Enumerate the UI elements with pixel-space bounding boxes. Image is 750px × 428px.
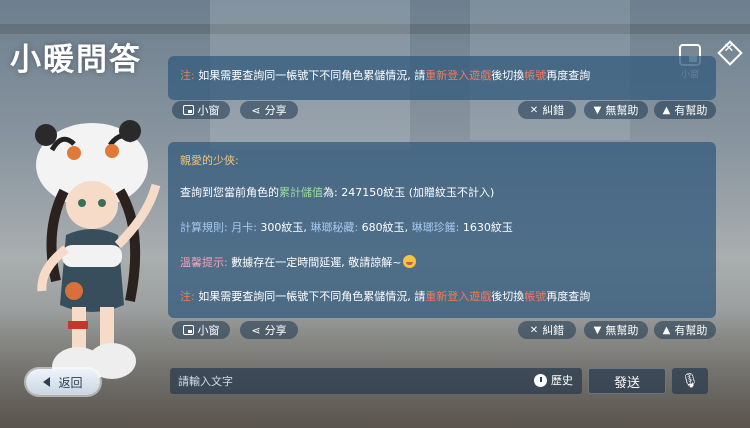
share-button[interactable]: ⋖ 分享 (240, 101, 298, 119)
history-button[interactable]: 歷史 (534, 372, 573, 388)
cross-arrows-icon: ✕ (529, 324, 539, 336)
text-segment: 如果需要查詢同一帳號下不同角色累儲情況, 請 (194, 69, 426, 82)
cross-arrows-icon: ✕ (529, 104, 539, 116)
smile-emoji-icon (403, 255, 417, 268)
text-segment: 查詢到您當前角色的 (180, 186, 279, 199)
report-error-label: 糾錯 (542, 324, 565, 337)
close-button[interactable]: ✕ (717, 40, 741, 64)
unhelpful-label: 無幫助 (605, 104, 639, 117)
history-label: 歷史 (551, 374, 573, 387)
thumbs-down-icon: ▼ (593, 324, 602, 336)
thumbs-up-icon: ▲ (662, 104, 671, 116)
text-segment: 後切換 (491, 290, 525, 303)
text-segment: 重新登入遊戲 (425, 290, 492, 303)
share-label: 分享 (264, 104, 287, 117)
mini-window-icon (182, 325, 194, 335)
card-line: 注: 如果需要查詢同一帳號下不同角色累儲情況, 請重新登入遊戲後切換帳號再度查詢 (180, 288, 590, 304)
send-label: 發送 (613, 375, 640, 391)
helpful-button[interactable]: ▲ 有幫助 (654, 101, 716, 119)
mini-window-label: 小窗 (197, 324, 220, 337)
mini-window-icon (182, 105, 194, 115)
report-error-button[interactable]: ✕ 糾錯 (518, 101, 576, 119)
mini-window-button[interactable]: 小窗 (172, 321, 230, 339)
text-segment: 親愛的少俠: (180, 154, 239, 167)
microphone-button[interactable]: 🎙 (672, 368, 708, 394)
share-icon: ⋖ (251, 103, 261, 117)
mini-window-label: 小窗 (197, 104, 220, 117)
share-button[interactable]: ⋖ 分享 (240, 321, 298, 339)
text-segment: 為: 247150紋玉 (加贈紋玉不計入) (323, 186, 495, 199)
share-icon: ⋖ (251, 323, 261, 337)
card-line: 查詢到您當前角色的累計儲值為: 247150紋玉 (加贈紋玉不計入) (180, 184, 494, 200)
card-line: 注: 如果需要查詢同一帳號下不同角色累儲情況, 請重新登入遊戲後切換帳號再度查詢 (180, 67, 590, 83)
thumbs-up-icon: ▲ (662, 324, 671, 336)
text-segment: 數據存在一定時間延遲, 敬請諒解~ (227, 256, 402, 269)
back-button[interactable]: 返回 (26, 369, 100, 395)
text-segment: 注: (180, 69, 195, 82)
helpful-label: 有幫助 (674, 324, 708, 337)
card-line: 計算規則: 月卡: 300紋玉, 琳瑯秘藏: 680紋玉, 琳瑯珍饈: 1630… (180, 219, 513, 235)
text-segment: 再度查詢 (546, 69, 591, 82)
answer-card: 親愛的少俠: 查詢到您當前角色的累計儲值為: 247150紋玉 (加贈紋玉不計入… (168, 142, 716, 318)
card-line: 親愛的少俠: (180, 152, 239, 168)
helpful-label: 有幫助 (674, 104, 708, 117)
share-label: 分享 (264, 324, 287, 337)
text-segment: 1630紋玉 (459, 221, 513, 234)
unhelpful-label: 無幫助 (605, 324, 639, 337)
text-segment: 如果需要查詢同一帳號下不同角色累儲情況, 請 (194, 290, 426, 303)
text-segment: 溫馨提示: (180, 256, 228, 269)
text-segment: 300紋玉, (256, 221, 307, 234)
card-line: 溫馨提示: 數據存在一定時間延遲, 敬請諒解~ (180, 254, 417, 270)
back-arrow-icon (43, 377, 51, 387)
send-button[interactable]: 發送 (588, 368, 666, 394)
text-segment: 再度查詢 (546, 290, 591, 303)
close-diamond-icon: ✕ (723, 41, 735, 56)
answer-card: 注: 如果需要查詢同一帳號下不同角色累儲情況, 請重新登入遊戲後切換帳號再度查詢 (168, 56, 716, 100)
mascot-illustration (35, 120, 161, 387)
unhelpful-button[interactable]: ▼ 無幫助 (584, 321, 648, 339)
text-segment: 注: (180, 290, 195, 303)
microphone-icon: 🎙 (681, 373, 699, 389)
clock-icon (534, 373, 547, 387)
text-segment: 680紋玉, (358, 221, 409, 234)
thumbs-down-icon: ▼ (593, 104, 602, 116)
page-title: 小暖問答 (10, 42, 142, 78)
text-segment: 月卡: (227, 221, 257, 234)
text-segment: 累計儲值 (279, 186, 323, 199)
back-label: 返回 (58, 375, 83, 390)
message-input[interactable]: 請輸入文字 (170, 368, 582, 394)
text-segment: 帳號 (524, 69, 547, 82)
text-segment: 帳號 (524, 290, 547, 303)
text-segment: 計算規則: (180, 221, 228, 234)
text-segment: 重新登入遊戲 (425, 69, 492, 82)
text-segment: 琳瑯珍饈: (408, 221, 460, 234)
text-segment: 後切換 (491, 69, 525, 82)
message-input-placeholder: 請輸入文字 (178, 375, 233, 388)
report-error-button[interactable]: ✕ 糾錯 (518, 321, 576, 339)
report-error-label: 糾錯 (542, 104, 565, 117)
text-segment: 琳瑯秘藏: (306, 221, 359, 234)
helpful-button[interactable]: ▲ 有幫助 (654, 321, 716, 339)
unhelpful-button[interactable]: ▼ 無幫助 (584, 101, 648, 119)
mini-window-button[interactable]: 小窗 (172, 101, 230, 119)
